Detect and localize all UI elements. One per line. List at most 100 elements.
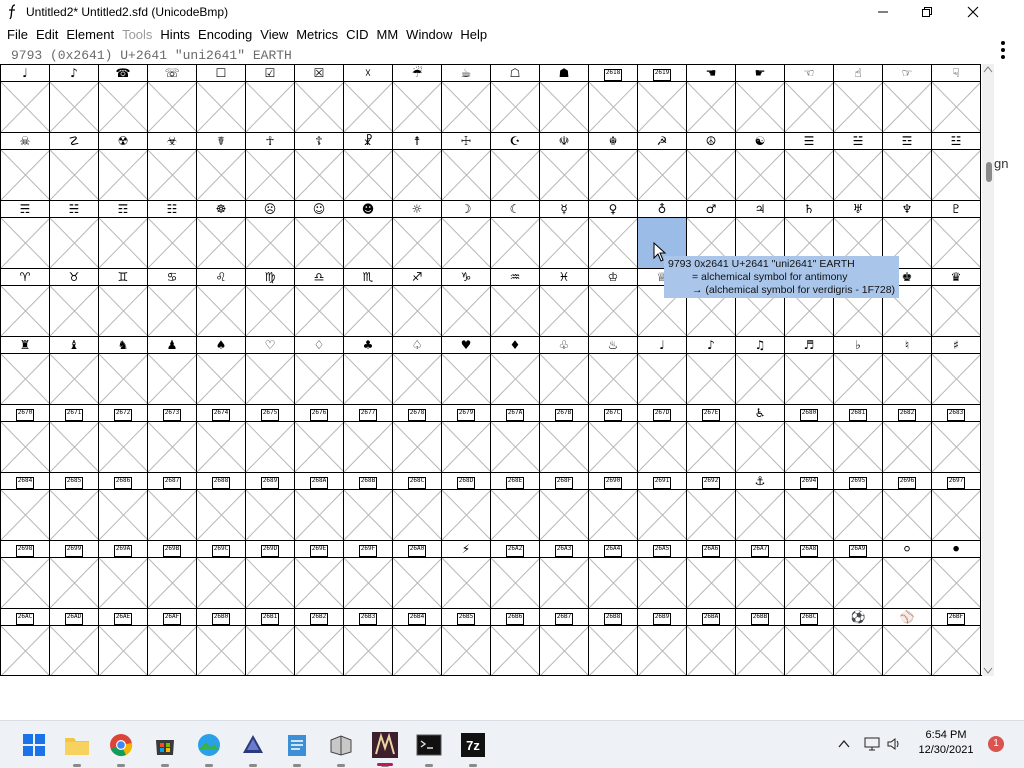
menu-metrics[interactable]: Metrics <box>292 25 342 45</box>
close-button[interactable] <box>950 0 996 24</box>
glyph-label[interactable]: ♮ <box>883 336 932 354</box>
glyph-label[interactable]: ♀ <box>589 200 638 218</box>
glyph-cell[interactable] <box>736 626 785 676</box>
glyph-cell[interactable] <box>148 150 197 200</box>
glyph-label[interactable]: ☻ <box>344 200 393 218</box>
glyph-cell[interactable] <box>99 558 148 608</box>
glyph-label[interactable]: ⚽ <box>834 608 883 626</box>
glyph-cell[interactable] <box>834 354 883 404</box>
background-window[interactable] <box>994 24 1024 694</box>
glyph-cell[interactable] <box>197 286 246 336</box>
glyph-label[interactable]: 26A3 <box>540 540 589 558</box>
glyph-label[interactable]: 268B <box>344 472 393 490</box>
glyph-cell[interactable] <box>393 422 442 472</box>
glyph-label[interactable]: ☵ <box>50 200 99 218</box>
glyph-cell[interactable] <box>393 354 442 404</box>
glyph-label[interactable]: ☦ <box>295 132 344 150</box>
glyph-cell[interactable] <box>148 490 197 540</box>
glyph-cell[interactable] <box>99 626 148 676</box>
glyph-label[interactable]: 2670 <box>1 404 50 422</box>
glyph-label[interactable]: ☥ <box>246 132 295 150</box>
glyph-cell[interactable] <box>932 422 981 472</box>
glyph-cell[interactable] <box>687 354 736 404</box>
glyph-cell[interactable] <box>442 558 491 608</box>
glyph-label[interactable]: ♟ <box>148 336 197 354</box>
restore-button[interactable] <box>904 0 950 24</box>
glyph-cell[interactable] <box>736 558 785 608</box>
glyph-label[interactable]: 269D <box>246 540 295 558</box>
glyph-label[interactable]: ♈ <box>1 268 50 286</box>
glyph-label[interactable]: 2697 <box>932 472 981 490</box>
glyph-cell[interactable] <box>295 218 344 268</box>
glyph-cell[interactable] <box>295 422 344 472</box>
glyph-cell[interactable] <box>785 150 834 200</box>
glyph-cell[interactable] <box>932 626 981 676</box>
glyph-label[interactable]: 2618 <box>589 64 638 82</box>
glyph-label[interactable]: ♆ <box>883 200 932 218</box>
glyph-label[interactable]: 2686 <box>99 472 148 490</box>
glyph-cell[interactable] <box>687 626 736 676</box>
glyph-label[interactable]: 2682 <box>883 404 932 422</box>
glyph-cell[interactable] <box>442 82 491 132</box>
chevron-up-icon[interactable] <box>830 730 858 758</box>
glyph-cell[interactable] <box>148 558 197 608</box>
glyph-cell[interactable] <box>589 626 638 676</box>
glyph-label[interactable]: ♇ <box>932 200 981 218</box>
inkscape-icon[interactable] <box>239 731 267 759</box>
glyph-cell[interactable] <box>148 354 197 404</box>
glyph-cell[interactable] <box>295 82 344 132</box>
glyph-label[interactable]: 26B6 <box>491 608 540 626</box>
menu-window[interactable]: Window <box>402 25 456 45</box>
glyph-cell[interactable] <box>589 422 638 472</box>
glyph-label[interactable]: 2674 <box>197 404 246 422</box>
glyph-cell[interactable] <box>540 626 589 676</box>
glyph-label[interactable]: 268F <box>540 472 589 490</box>
glyph-cell[interactable] <box>50 558 99 608</box>
glyph-label[interactable]: 269C <box>197 540 246 558</box>
glyph-label[interactable]: ☸ <box>197 200 246 218</box>
glyph-cell[interactable] <box>491 490 540 540</box>
glyph-label[interactable]: ☫ <box>540 132 589 150</box>
glyph-label[interactable]: 2671 <box>50 404 99 422</box>
glyph-cell[interactable] <box>1 422 50 472</box>
glyph-label[interactable]: ♍ <box>246 268 295 286</box>
glyph-label[interactable]: ☜ <box>785 64 834 82</box>
app-icon[interactable] <box>327 731 355 759</box>
glyph-label[interactable]: ♑ <box>442 268 491 286</box>
glyph-cell[interactable] <box>442 354 491 404</box>
glyph-label[interactable]: 2687 <box>148 472 197 490</box>
glyph-cell[interactable] <box>99 150 148 200</box>
glyph-label[interactable]: ☞ <box>883 64 932 82</box>
glyph-label[interactable]: ☲ <box>883 132 932 150</box>
glyph-label[interactable]: 2679 <box>442 404 491 422</box>
glyph-label[interactable]: ♩ <box>638 336 687 354</box>
glyph-label[interactable]: 26B9 <box>638 608 687 626</box>
glyph-cell[interactable] <box>197 218 246 268</box>
glyph-cell[interactable] <box>736 354 785 404</box>
chrome-icon[interactable] <box>107 731 135 759</box>
glyph-cell[interactable] <box>197 558 246 608</box>
glyph-cell[interactable] <box>491 218 540 268</box>
glyph-cell[interactable] <box>1 150 50 200</box>
glyph-label[interactable]: ☩ <box>442 132 491 150</box>
glyph-cell[interactable] <box>1 218 50 268</box>
glyph-label[interactable]: ☛ <box>736 64 785 82</box>
glyph-label[interactable]: ☼ <box>393 200 442 218</box>
glyph-label[interactable]: ☎ <box>99 64 148 82</box>
glyph-label[interactable]: 268E <box>491 472 540 490</box>
glyph-label[interactable]: 269B <box>148 540 197 558</box>
glyph-label[interactable]: 268D <box>442 472 491 490</box>
glyph-label[interactable]: ♏ <box>344 268 393 286</box>
glyph-cell[interactable] <box>148 626 197 676</box>
glyph-cell[interactable] <box>785 354 834 404</box>
glyph-cell[interactable] <box>442 286 491 336</box>
7zip-icon[interactable]: 7z <box>459 731 487 759</box>
more-options-icon[interactable] <box>1000 40 1006 60</box>
glyph-cell[interactable] <box>99 354 148 404</box>
glyph-cell[interactable] <box>393 558 442 608</box>
glyph-label[interactable]: ⚪ <box>883 540 932 558</box>
glyph-cell[interactable] <box>246 150 295 200</box>
windows-start-icon[interactable] <box>20 731 48 759</box>
glyph-label[interactable]: 26B3 <box>344 608 393 626</box>
glyph-label[interactable]: ☕ <box>442 64 491 82</box>
